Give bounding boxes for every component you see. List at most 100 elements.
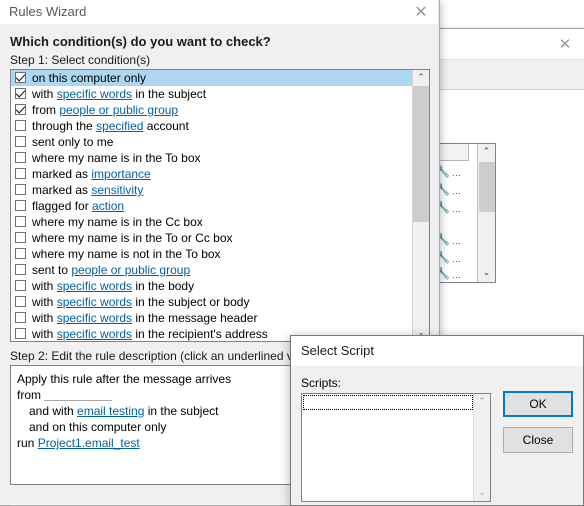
condition-link[interactable]: specific words xyxy=(57,311,132,325)
condition-link[interactable]: sensitivity xyxy=(91,183,143,197)
rule-desc-from-label: from xyxy=(17,388,45,402)
list-item-label: … xyxy=(452,204,461,214)
scrollbar-thumb[interactable] xyxy=(479,162,495,212)
condition-link[interactable]: people or public group xyxy=(59,103,178,117)
checkbox-icon[interactable] xyxy=(15,232,26,243)
background-window-panel: 🔧 … 🔧 … 🔧 … 🔧 … 🔧 … 🔧 … ⌃ ⌄ xyxy=(431,89,584,350)
checkbox-icon[interactable] xyxy=(15,88,26,99)
condition-text-post: in the recipient's address xyxy=(132,327,268,341)
condition-row[interactable]: sent to people or public group xyxy=(11,262,412,278)
checkbox-icon[interactable] xyxy=(15,120,26,131)
condition-link[interactable]: people or public group xyxy=(71,263,190,277)
checkbox-icon[interactable] xyxy=(15,104,26,115)
checkbox-icon[interactable] xyxy=(15,280,26,291)
condition-link[interactable]: importance xyxy=(91,167,150,181)
list-item-label: … xyxy=(452,186,461,196)
condition-text-pre: marked as xyxy=(32,167,92,181)
condition-row[interactable]: through the specified account xyxy=(11,118,412,134)
rule-desc-run-pre: run xyxy=(17,436,38,450)
condition-link[interactable]: specific words xyxy=(57,327,132,341)
background-window-titlebar: ✕ xyxy=(431,29,584,60)
condition-text-pre: with xyxy=(32,295,57,309)
condition-link[interactable]: specific words xyxy=(57,295,132,309)
scripts-focused-item[interactable] xyxy=(303,395,473,410)
macro-list-scrollbar[interactable]: ⌃ ⌄ xyxy=(477,144,495,282)
scroll-down-icon[interactable]: ⌄ xyxy=(478,265,495,282)
condition-row[interactable]: where my name is in the Cc box xyxy=(11,214,412,230)
list-item-label: … xyxy=(452,168,461,178)
condition-row[interactable]: where my name is in the To box xyxy=(11,150,412,166)
condition-text-pre: where my name is not in the To box xyxy=(32,247,221,261)
condition-link[interactable]: specific words xyxy=(57,279,132,293)
ok-button[interactable]: OK xyxy=(503,391,573,417)
rule-desc-subject-post: in the subject xyxy=(144,404,219,418)
checkbox-icon[interactable] xyxy=(15,152,26,163)
condition-text-pre: through the xyxy=(32,119,97,133)
scroll-up-icon[interactable]: ⌃ xyxy=(474,394,490,410)
scroll-up-icon[interactable]: ⌃ xyxy=(413,70,429,86)
checkbox-icon[interactable] xyxy=(15,200,26,211)
checkbox-icon[interactable] xyxy=(15,136,26,147)
window-title: Rules Wizard xyxy=(9,4,87,19)
list-item-label: … xyxy=(452,270,461,280)
checkbox-icon[interactable] xyxy=(15,168,26,179)
condition-row[interactable]: where my name is in the To or Cc box xyxy=(11,230,412,246)
condition-row[interactable]: with specific words in the message heade… xyxy=(11,310,412,326)
rules-wizard-titlebar: Rules Wizard ✕ xyxy=(0,0,438,24)
macro-listbox[interactable]: 🔧 … 🔧 … 🔧 … 🔧 … 🔧 … 🔧 … ⌃ ⌄ xyxy=(431,143,496,283)
list-item-label: … xyxy=(452,236,461,246)
rule-desc-from-value[interactable] xyxy=(44,400,113,401)
close-button[interactable]: Close xyxy=(503,427,573,453)
checkbox-icon[interactable] xyxy=(15,184,26,195)
select-script-dialog: Select Script Scripts: ⌃ ⌄ OK Close xyxy=(290,335,584,506)
condition-text-pre: where my name is in the Cc box xyxy=(32,215,203,229)
step2-label: Step 2: Edit the rule description (click… xyxy=(10,349,300,363)
checkbox-icon[interactable] xyxy=(15,72,26,83)
condition-row[interactable]: with specific words in the subject or bo… xyxy=(11,294,412,310)
condition-row[interactable]: on this computer only xyxy=(11,70,412,86)
scripts-scrollbar[interactable]: ⌃ ⌄ xyxy=(473,394,490,501)
rule-desc-subject-pre: and with xyxy=(29,404,78,418)
condition-text-pre: flagged for xyxy=(32,199,93,213)
condition-text-post: in the subject xyxy=(132,87,207,101)
screen-root: ✕ 🔧 … 🔧 … 🔧 … 🔧 … 🔧 … 🔧 … ⌃ ⌄ Rules Wiza… xyxy=(0,0,584,506)
condition-link[interactable]: specific words xyxy=(57,87,132,101)
page-title: Which condition(s) do you want to check? xyxy=(10,34,271,49)
scrollbar-thumb[interactable] xyxy=(413,86,429,222)
conditions-list: on this computer only with specific word… xyxy=(11,70,412,341)
condition-link[interactable]: specified xyxy=(96,119,143,133)
close-icon[interactable]: ✕ xyxy=(556,35,574,53)
checkbox-icon[interactable] xyxy=(15,312,26,323)
checkbox-icon[interactable] xyxy=(15,264,26,275)
condition-row[interactable]: sent only to me xyxy=(11,134,412,150)
condition-row[interactable]: with specific words in the subject xyxy=(11,86,412,102)
condition-text-pre: from xyxy=(32,103,60,117)
close-icon[interactable]: ✕ xyxy=(408,2,434,22)
scroll-up-icon[interactable]: ⌃ xyxy=(478,144,495,161)
step1-label: Step 1: Select condition(s) xyxy=(10,53,151,67)
scripts-listbox[interactable]: ⌃ ⌄ xyxy=(301,393,491,502)
condition-text-pre: where my name is in the To box xyxy=(32,151,201,165)
scripts-label: Scripts: xyxy=(301,376,342,390)
condition-text-post: in the message header xyxy=(132,311,258,325)
conditions-scrollbar[interactable]: ⌃ ⌄ xyxy=(412,70,429,341)
rule-desc-subject-link[interactable]: email testing xyxy=(77,404,144,418)
condition-link[interactable]: action xyxy=(92,199,124,213)
condition-text-post: in the body xyxy=(132,279,195,293)
rule-desc-run-link[interactable]: Project1.email_test xyxy=(38,436,140,450)
condition-text-pre: sent to xyxy=(32,263,72,277)
checkbox-icon[interactable] xyxy=(15,296,26,307)
condition-row[interactable]: with specific words in the body xyxy=(11,278,412,294)
checkbox-icon[interactable] xyxy=(15,328,26,339)
conditions-listbox[interactable]: on this computer only with specific word… xyxy=(10,69,430,342)
condition-row[interactable]: from people or public group xyxy=(11,102,412,118)
checkbox-icon[interactable] xyxy=(15,248,26,259)
condition-row[interactable]: marked as sensitivity xyxy=(11,182,412,198)
condition-text-pre: with xyxy=(32,87,57,101)
condition-row[interactable]: marked as importance xyxy=(11,166,412,182)
condition-row[interactable]: flagged for action xyxy=(11,198,412,214)
condition-row[interactable]: where my name is not in the To box xyxy=(11,246,412,262)
condition-text-post: account xyxy=(143,119,189,133)
checkbox-icon[interactable] xyxy=(15,216,26,227)
scroll-down-icon[interactable]: ⌄ xyxy=(474,485,490,501)
